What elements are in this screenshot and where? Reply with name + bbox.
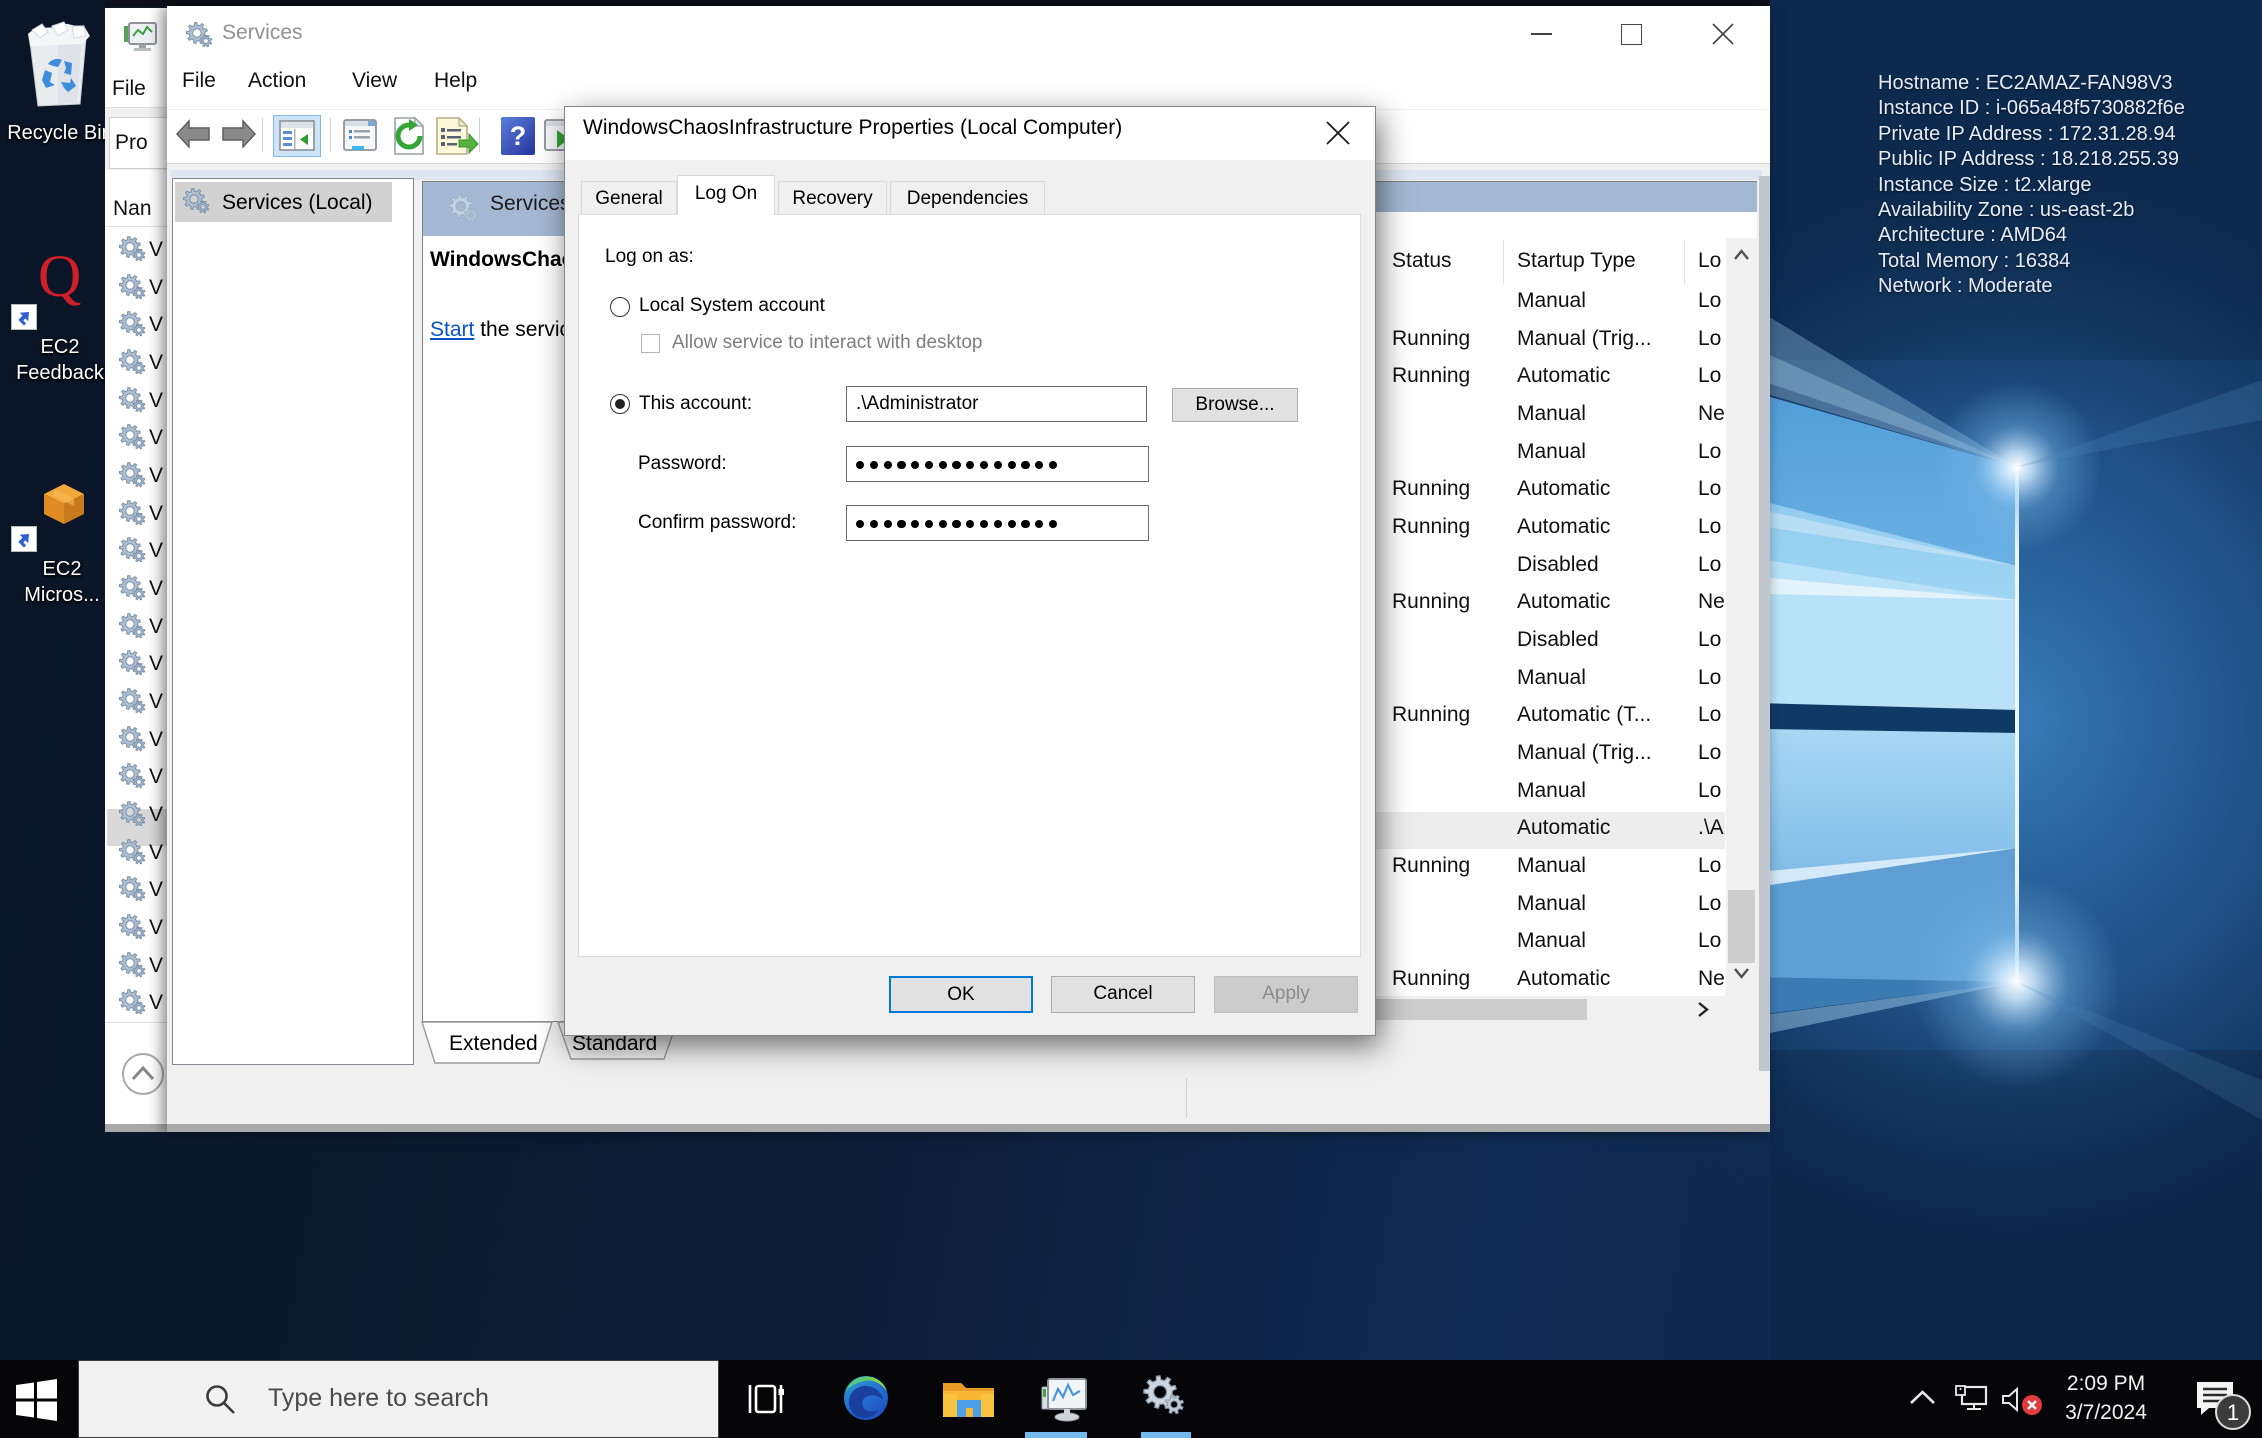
svg-text:1: 1 [2227, 1400, 2239, 1425]
